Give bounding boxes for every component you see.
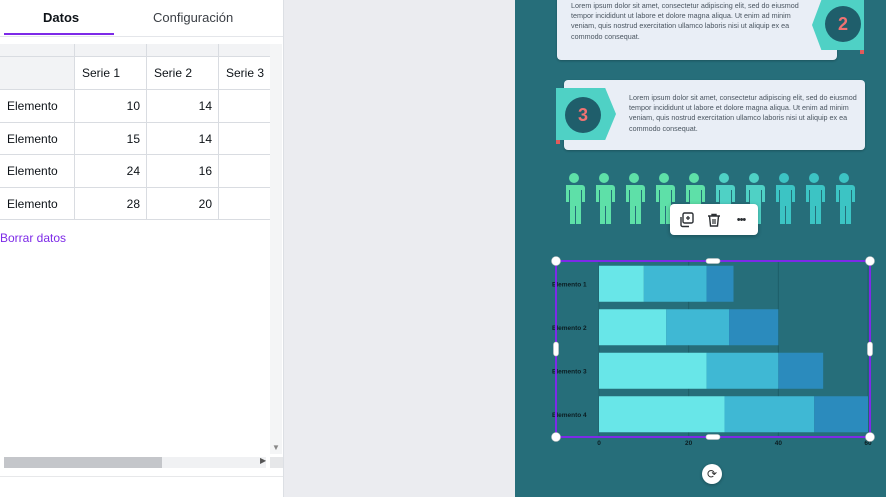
chart-bar	[666, 309, 730, 346]
table-cell-label[interactable]: Elemento	[0, 155, 75, 188]
chart-category-label: Elemento 1	[552, 281, 587, 288]
person-icon	[561, 172, 587, 226]
chart-category-label: Elemento 2	[552, 325, 587, 332]
person-icon	[831, 172, 857, 226]
rotate-icon[interactable]: ⟳	[702, 464, 722, 484]
column-letter-cell[interactable]	[0, 44, 75, 57]
chart-bar	[599, 309, 667, 346]
table-cell[interactable]: 20	[147, 188, 219, 220]
chart-category-label: Elemento 3	[552, 368, 587, 375]
table-cell[interactable]: 14	[147, 123, 219, 155]
table-header-cell[interactable]: Serie 2	[147, 57, 219, 90]
chart-category-label: Elemento 4	[552, 412, 587, 419]
chart-bar	[706, 352, 779, 389]
tab-data[interactable]: Datos	[43, 10, 79, 25]
table-cell[interactable]: 15	[75, 123, 147, 155]
info-card[interactable]: Lorem ipsum dolor sit amet, consectetur …	[557, 0, 837, 60]
accent-marker	[556, 140, 560, 144]
element-floating-toolbar: •••	[670, 204, 758, 235]
scroll-right-arrow-icon[interactable]: ▶	[260, 456, 266, 465]
table-header-cell[interactable]	[0, 57, 75, 90]
corner-resize-handle[interactable]	[551, 256, 561, 266]
chart-bar	[643, 265, 707, 302]
table-cell[interactable]	[219, 123, 271, 155]
card-body-text: Lorem ipsum dolor sit amet, consectetur …	[629, 93, 857, 133]
corner-resize-handle[interactable]	[865, 256, 875, 266]
column-letter-cell[interactable]	[147, 44, 219, 57]
vertical-scrollbar[interactable]	[270, 44, 282, 454]
chart-bar	[814, 396, 868, 433]
trash-icon[interactable]	[704, 210, 724, 230]
design-page[interactable]: Lorem ipsum dolor sit amet, consectetur …	[515, 0, 886, 497]
table-cell[interactable]: 10	[75, 90, 147, 123]
table-cell[interactable]	[219, 90, 271, 123]
chart-bar	[729, 309, 779, 346]
tab-configuration[interactable]: Configuración	[153, 10, 233, 25]
active-tab-indicator	[4, 33, 114, 35]
cut-off-text	[4, 490, 44, 497]
scroll-down-arrow-icon[interactable]: ▼	[272, 443, 280, 452]
step-number-badge: 3	[565, 97, 601, 133]
table-cell-label[interactable]: Elemento	[0, 90, 75, 123]
corner-resize-handle[interactable]	[865, 432, 875, 442]
table-cell[interactable]: 24	[75, 155, 147, 188]
table-cell[interactable]	[219, 155, 271, 188]
table-cell[interactable]: 28	[75, 188, 147, 220]
corner-resize-handle[interactable]	[551, 432, 561, 442]
column-letter-cell[interactable]	[219, 44, 271, 57]
table-cell-label[interactable]: Elemento	[0, 123, 75, 155]
divider	[0, 476, 283, 477]
chart-bar	[778, 352, 824, 389]
table-cell-label[interactable]: Elemento	[0, 188, 75, 220]
table-header-cell[interactable]: Serie 1	[75, 57, 147, 90]
chart-bar	[706, 265, 734, 302]
side-resize-handle[interactable]	[705, 258, 721, 264]
chart-tick-label: 0	[597, 440, 601, 447]
chart-bar	[599, 396, 725, 433]
scrollbar-corner	[270, 457, 283, 468]
duplicate-icon[interactable]	[676, 210, 696, 230]
side-resize-handle[interactable]	[553, 341, 559, 357]
person-icon	[591, 172, 617, 226]
chart-bar	[599, 352, 707, 389]
person-icon	[801, 172, 827, 226]
step-number-badge: 2	[825, 6, 861, 42]
horizontal-scrollbar-thumb[interactable]	[4, 457, 162, 468]
column-letter-cell[interactable]	[75, 44, 147, 57]
table-cell[interactable]	[219, 188, 271, 220]
card-body-text: Lorem ipsum dolor sit amet, consectetur …	[571, 1, 799, 41]
side-resize-handle[interactable]	[867, 341, 873, 357]
chart-tick-label: 40	[775, 440, 783, 447]
person-icon	[771, 172, 797, 226]
table-header-cell[interactable]: Serie 3	[219, 57, 271, 90]
chart-bar	[724, 396, 815, 433]
chart-tick-label: 20	[685, 440, 693, 447]
chart-bar	[599, 265, 644, 302]
panel-tabs: Datos Configuración	[0, 0, 283, 37]
data-editor-panel: Datos Configuración Serie 1 Serie 2 Seri…	[0, 0, 284, 497]
clear-data-link[interactable]: Borrar datos	[0, 231, 66, 245]
accent-marker	[860, 50, 864, 54]
stacked-bar-chart[interactable]: Elemento 1 Elemento 2 Elemento 3 Elemento 4…	[549, 254, 879, 448]
table-cell[interactable]: 16	[147, 155, 219, 188]
table-cell[interactable]: 14	[147, 90, 219, 123]
side-resize-handle[interactable]	[705, 434, 721, 440]
person-icon	[621, 172, 647, 226]
editor-canvas-background[interactable]	[284, 0, 515, 497]
more-options-icon[interactable]: •••	[731, 210, 751, 230]
